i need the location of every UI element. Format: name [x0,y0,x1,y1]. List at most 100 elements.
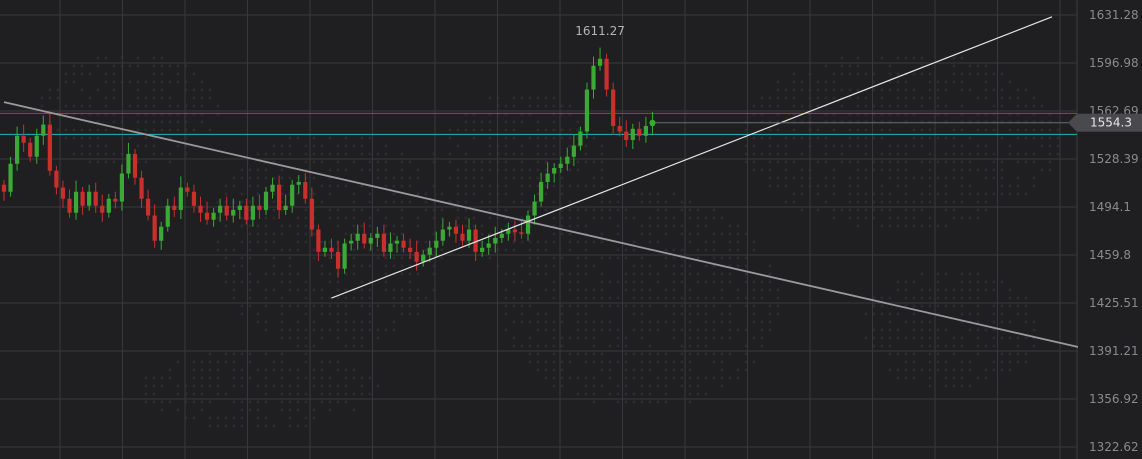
map-dot [920,104,924,108]
candle-up [290,184,295,206]
map-dot [720,352,724,356]
map-dot [144,120,148,124]
map-dot [280,408,284,412]
map-dot [1000,192,1004,196]
map-dot [536,152,540,156]
map-dot [680,312,684,316]
map-dot [552,384,556,388]
map-dot [336,144,340,148]
candle-up [349,240,354,244]
map-dot [568,144,572,148]
map-dot [208,96,212,100]
map-dot [816,96,820,100]
map-dot [792,96,796,100]
map-dot [376,248,380,252]
map-dot [664,400,668,404]
map-dot [584,336,588,340]
map-dot [240,280,244,284]
map-dot [696,248,700,252]
map-dot [104,72,108,76]
map-dot [832,184,836,188]
map-dot [904,160,908,164]
map-dot [1032,328,1036,332]
map-dot [984,208,988,212]
map-dot [456,168,460,172]
map-dot [856,56,860,60]
map-dot [880,104,884,108]
map-dot [104,160,108,164]
map-dot [504,296,508,300]
map-dot [696,208,700,212]
map-dot [392,288,396,292]
map-dot [848,216,852,220]
map-dot [384,160,388,164]
map-dot [464,128,468,132]
map-dot [280,352,284,356]
map-dot [664,320,668,324]
candle-up [263,191,269,210]
map-dot [656,320,660,324]
map-dot [576,272,580,276]
map-dot [960,128,964,132]
map-dot [840,56,844,60]
map-dot [976,96,980,100]
map-dot [920,328,924,332]
map-dot [608,328,612,332]
map-dot [232,424,236,428]
map-dot [264,320,268,324]
map-dot [632,240,636,244]
map-dot [456,216,460,220]
map-dot [384,184,388,188]
map-dot [696,344,700,348]
map-dot [984,176,988,180]
map-dot [944,360,948,364]
map-dot [880,312,884,316]
map-dot [456,144,460,148]
map-dot [504,120,508,124]
map-dot [480,184,484,188]
map-dot [904,144,908,148]
map-dot [1000,312,1004,316]
map-dot [584,392,588,396]
map-dot [464,184,468,188]
map-dot [304,344,308,348]
map-dot [1016,136,1020,140]
map-dot [960,344,964,348]
map-dot [408,280,412,284]
map-dot [736,296,740,300]
map-dot [144,376,148,380]
map-dot [312,368,316,372]
map-dot [752,304,756,308]
price-chart[interactable]: 1631.281596.981562.691528.391494.11459.8… [0,0,1142,459]
map-dot [1008,368,1012,372]
map-dot [856,160,860,164]
map-dot [368,328,372,332]
map-dot [632,296,636,300]
map-dot [424,248,428,252]
map-dot [920,128,924,132]
map-dot [80,88,84,92]
candle-down [329,247,334,252]
map-dot [880,200,884,204]
map-dot [736,328,740,332]
map-dot [336,392,340,396]
map-dot [856,184,860,188]
map-dot [880,88,884,92]
map-dot [728,224,732,228]
map-dot [400,304,404,308]
map-dot [104,152,108,156]
candle-up [480,247,485,252]
map-dot [920,296,924,300]
map-dot [176,120,180,124]
map-dot [896,96,900,100]
map-dot [264,216,268,220]
map-dot [400,216,404,220]
map-dot [344,328,348,332]
map-dot [448,176,452,180]
map-dot [504,128,508,132]
map-dot [928,368,932,372]
map-dot [848,184,852,188]
map-dot [344,312,348,316]
map-dot [696,352,700,356]
map-dot [280,296,284,300]
